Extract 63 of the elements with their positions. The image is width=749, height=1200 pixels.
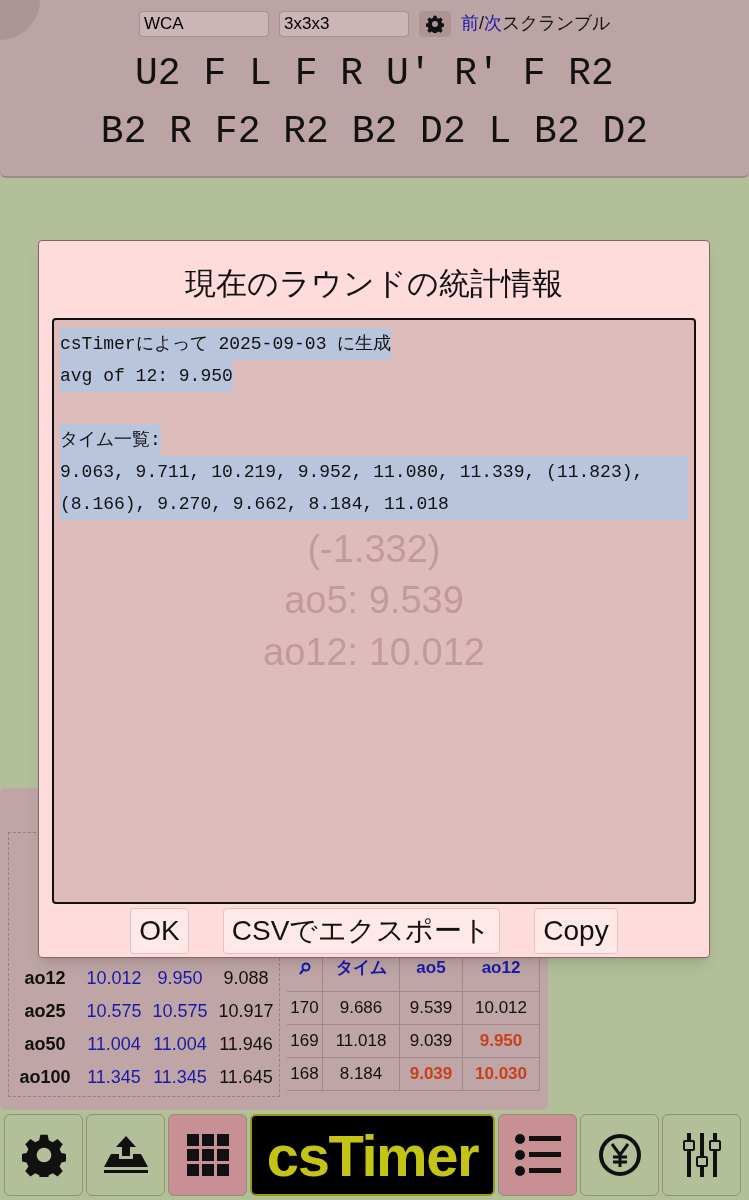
column-header[interactable]: ao5 [416,958,446,978]
puzzle-field[interactable]: 3x3x3 [279,10,409,37]
scramble-text: U2 F L F R U' R' F R2 [135,51,614,97]
scramble-button[interactable] [168,1114,247,1196]
list-icon [514,1134,561,1176]
selected-text: 9.063, 9.711, 10.219, 9.952, 11.080, 11.339, (11.823), (8.166), 9.270, 9.662, 8.184, 11.018 [60,455,688,520]
dialog-button[interactable]: OK [130,907,189,954]
upload-icon [102,1136,149,1174]
separator-text: / [479,12,484,35]
dialog-title: 現在のラウンドの統計情報 [185,265,563,303]
stat-value: 9.088 [222,967,270,990]
settings-icon [426,14,444,33]
stat-value: 11.004 [152,1033,208,1056]
next-scramble-link[interactable]: 次 [484,10,502,37]
grid-icon [186,1134,229,1176]
table-cell-text: 9.539 [409,997,453,1020]
yen-coin-icon [597,1133,642,1177]
dialog-button[interactable]: Copy [534,907,618,954]
stats-button[interactable] [498,1114,577,1196]
table-cell-text: 9.686 [339,997,383,1020]
stat-value: 11.946 [218,1033,274,1056]
table-cell-text: 168 [290,1063,319,1086]
stat-value: 11.345 [152,1066,208,1089]
row-label: ao50 [23,1033,67,1056]
table-cell-text: 11.018 [335,1030,387,1053]
app-logo: csTimer [250,1114,495,1196]
settings-button[interactable] [419,10,451,37]
table-cell-text: 8.184 [339,1063,383,1086]
scramble-text: B2 R F2 R2 B2 D2 L B2 D2 [100,109,649,155]
column-header[interactable]: ao12 [481,958,521,978]
export-button[interactable] [86,1114,165,1196]
table-cell-text: 169 [290,1030,319,1053]
search-icon[interactable] [298,962,311,976]
selected-text: csTimerによって 2025-09-03 に生成 [60,327,392,360]
stat-value: 11.645 [218,1066,274,1089]
settings-icon [21,1133,66,1177]
dialog-button[interactable]: CSVでエクスポート [222,907,501,954]
tools-button[interactable] [662,1114,741,1196]
stat-value: 10.575 [85,1000,143,1023]
stat-value: 10.917 [217,1000,275,1023]
row-label: ao25 [23,1000,67,1023]
selected-text: タイム一覧: [60,423,161,456]
stat-value: 11.345 [86,1066,142,1089]
sliders-icon [681,1133,722,1177]
scramble-label: スクランブル [502,12,610,35]
scramble-type-field[interactable]: WCA [139,10,269,37]
selected-text: avg of 12: 9.950 [60,359,233,392]
table-cell-text: 9.039 [409,1030,453,1053]
donate-button[interactable] [580,1114,659,1196]
stat-value: 10.575 [151,1000,209,1023]
stat-value: 9.950 [156,967,204,990]
table-cell-text: 9.950 [479,1030,523,1053]
stat-value: 11.004 [86,1033,142,1056]
table-cell-text: 9.039 [409,1063,453,1086]
previous-scramble-link[interactable]: 前 [461,10,479,37]
row-label: ao100 [18,1066,72,1089]
table-cell-text: 170 [290,997,319,1020]
table-cell-text: 10.030 [475,1063,527,1086]
column-header[interactable]: タイム [335,958,387,978]
stat-value: 10.012 [85,967,143,990]
settings-button[interactable] [4,1114,83,1196]
table-cell-text: 10.012 [475,997,527,1020]
row-label: ao12 [23,967,67,990]
